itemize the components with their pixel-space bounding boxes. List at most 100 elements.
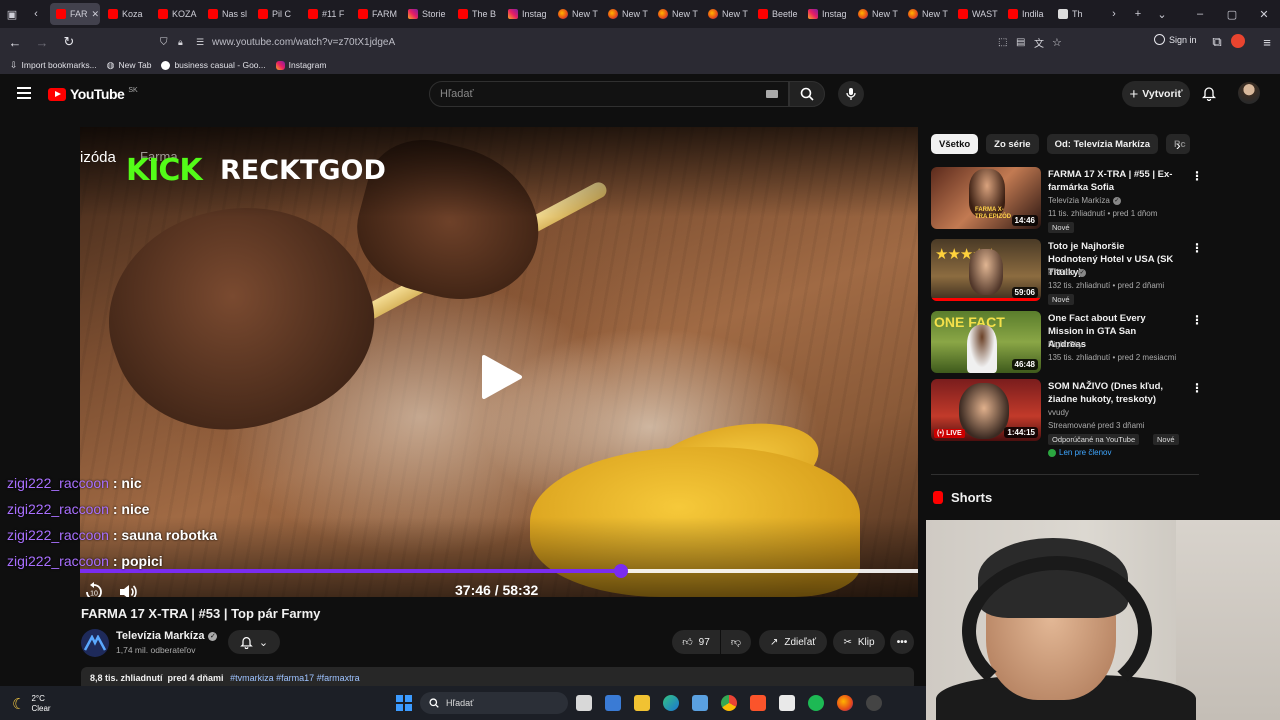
notifications-bell-icon[interactable]	[1201, 85, 1217, 104]
notepad-icon[interactable]	[779, 695, 795, 711]
chip-all[interactable]: Všetko	[931, 134, 979, 154]
hamburger-menu-icon[interactable]	[17, 87, 31, 99]
browser-tab[interactable]: Nas sl	[202, 0, 252, 28]
user-avatar[interactable]	[1238, 82, 1260, 104]
browser-tab[interactable]: Pil C	[252, 0, 302, 28]
browser-tab[interactable]: New T	[702, 0, 752, 28]
scroll-tabs-right-icon[interactable]: ›	[1102, 0, 1126, 28]
browser-tab[interactable]: New T	[652, 0, 702, 28]
more-vertical-icon[interactable]: ⋮	[1191, 169, 1203, 183]
browser-tab[interactable]: New T	[852, 0, 902, 28]
scrubber-handle[interactable]	[614, 564, 628, 578]
recommendation-channel[interactable]: vvudy	[1048, 407, 1069, 419]
obs-icon[interactable]	[866, 695, 882, 711]
bookmark-star-icon[interactable]: ☆	[1052, 36, 1062, 49]
search-button[interactable]	[789, 81, 825, 107]
browser-tab[interactable]: KOZA	[152, 0, 202, 28]
extensions-icon[interactable]: ⧉	[1205, 30, 1229, 54]
new-tab-icon[interactable]: +	[1126, 0, 1150, 28]
browser-tab[interactable]: Beetle	[752, 0, 802, 28]
app-menu-icon[interactable]: ≡	[1255, 30, 1279, 54]
browser-tab[interactable]: Instag	[802, 0, 852, 28]
tab-list-icon[interactable]: ▣	[0, 0, 24, 28]
browser-tab[interactable]: New T	[902, 0, 952, 28]
reload-button[interactable]: ↻	[57, 30, 81, 54]
bookmark-instagram[interactable]: Instagram	[275, 60, 326, 70]
forward-button[interactable]: →	[30, 30, 54, 54]
browser-tab[interactable]: Indila	[1002, 0, 1052, 28]
screenshot-icon[interactable]: ⬚	[998, 37, 1007, 48]
voice-search-button[interactable]	[838, 81, 864, 107]
browser-tab[interactable]: FARM	[352, 0, 402, 28]
close-tab-icon[interactable]: ✕	[92, 9, 100, 20]
browser-tab[interactable]: Instag	[502, 0, 552, 28]
search-input[interactable]: Hľadať	[429, 81, 789, 107]
video-thumbnail[interactable]: (•) LIVE 1:44:15	[931, 379, 1041, 441]
replay-10-icon[interactable]: 10	[84, 582, 104, 597]
subscription-bell-button[interactable]: ⌄	[228, 630, 280, 654]
browser-tab[interactable]: Storie	[402, 0, 452, 28]
maximize-window-icon[interactable]: ▢	[1220, 0, 1244, 28]
recommendation-item[interactable]: ★★★★★ 59:06 Toto je Najhoršie Hodnotený …	[931, 239, 1203, 305]
youtube-logo[interactable]: YouTube SK	[48, 86, 138, 102]
firefox-icon[interactable]	[837, 695, 853, 711]
keyboard-icon[interactable]	[766, 90, 778, 98]
more-vertical-icon[interactable]: ⋮	[1191, 313, 1203, 327]
clip-button[interactable]: ✂ Klip	[833, 630, 885, 654]
chip-from-channel[interactable]: Od: Televízia Markíza	[1046, 134, 1158, 154]
brave-icon[interactable]	[750, 695, 766, 711]
video-thumbnail[interactable]: ONE FACT 46:48	[931, 311, 1041, 373]
more-vertical-icon[interactable]: ⋮	[1191, 381, 1203, 395]
tab-overflow-chevron-icon[interactable]: ⌄	[1150, 0, 1174, 28]
share-button[interactable]: ↗ Zdieľať	[759, 630, 827, 654]
browser-tab[interactable]: New T	[602, 0, 652, 28]
bookmark-import[interactable]: ⇩ Import bookmarks...	[10, 60, 97, 71]
translate-icon[interactable]: 文	[1034, 35, 1044, 50]
task-view-icon[interactable]	[576, 695, 592, 711]
recommendation-item[interactable]: FARMA X-TRA EPIZÓD 14:46 FARMA 17 X-TRA …	[931, 167, 1203, 233]
bookmark-new-tab[interactable]: ◍ New Tab	[107, 60, 152, 71]
bookmark-google[interactable]: business casual - Goo...	[161, 60, 266, 70]
address-bar[interactable]: ⛉ 🔒︎ ☰ www.youtube.com/watch?v=z70tX1jdg…	[150, 31, 1080, 53]
microsoft-store-icon[interactable]	[605, 695, 621, 711]
browser-tab[interactable]: The B	[452, 0, 502, 28]
chevron-right-icon[interactable]: ›	[1176, 137, 1181, 153]
file-explorer-icon[interactable]	[634, 695, 650, 711]
spotify-icon[interactable]	[808, 695, 824, 711]
lock-icon[interactable]: 🔒︎	[178, 37, 183, 48]
more-vertical-icon[interactable]: ⋮	[1191, 241, 1203, 255]
browser-tab[interactable]: Koza	[102, 0, 152, 28]
video-progress-bar[interactable]	[80, 564, 918, 578]
volume-icon[interactable]	[118, 582, 138, 597]
scroll-tabs-left-icon[interactable]: ‹	[24, 0, 48, 28]
browser-tab[interactable]: FAR ✕	[50, 3, 100, 25]
taskbar-search[interactable]: Hľadať	[420, 692, 568, 714]
more-actions-button[interactable]: •••	[890, 630, 914, 654]
windows-start-icon[interactable]	[396, 695, 412, 711]
chrome-icon[interactable]	[721, 695, 737, 711]
recommendation-item[interactable]: (•) LIVE 1:44:15 SOM NAŽIVO (Dnes kľud, …	[931, 379, 1203, 469]
permissions-icon[interactable]: ☰	[196, 37, 204, 48]
browser-tab[interactable]: Th	[1052, 0, 1102, 28]
reader-view-icon[interactable]: ▤	[1016, 37, 1025, 48]
minimize-window-icon[interactable]: –	[1188, 0, 1212, 28]
edge-icon[interactable]	[663, 695, 679, 711]
channel-avatar[interactable]	[81, 629, 109, 657]
browser-tab[interactable]: WAST	[952, 0, 1002, 28]
recommendation-item[interactable]: ONE FACT 46:48 One Fact about Every Miss…	[931, 311, 1203, 377]
sign-in-button[interactable]: Sign in	[1154, 34, 1197, 45]
video-thumbnail[interactable]: ★★★★★ 59:06	[931, 239, 1041, 301]
hashtags[interactable]: #tvmarkiza #farma17 #farmaxtra	[230, 673, 360, 683]
firefox-account-icon[interactable]	[1231, 34, 1245, 48]
dislike-button[interactable]: 👎︎	[721, 630, 751, 654]
browser-tab[interactable]: #11 F	[302, 0, 352, 28]
recommendation-channel[interactable]: Night Sky	[1048, 339, 1082, 351]
close-window-icon[interactable]: ✕	[1252, 0, 1276, 28]
like-button[interactable]: 👍︎ 97	[672, 630, 720, 654]
play-icon[interactable]	[480, 355, 524, 399]
video-thumbnail[interactable]: FARMA X-TRA EPIZÓD 14:46	[931, 167, 1041, 229]
recommendation-channel[interactable]: Televízia Markíza ✓	[1048, 195, 1121, 207]
recommendation-channel[interactable]: PPPiter ✓	[1048, 267, 1087, 279]
chip-series[interactable]: Zo série	[986, 134, 1039, 154]
weather-widget[interactable]: ☾ 2°C Clear	[12, 694, 51, 714]
